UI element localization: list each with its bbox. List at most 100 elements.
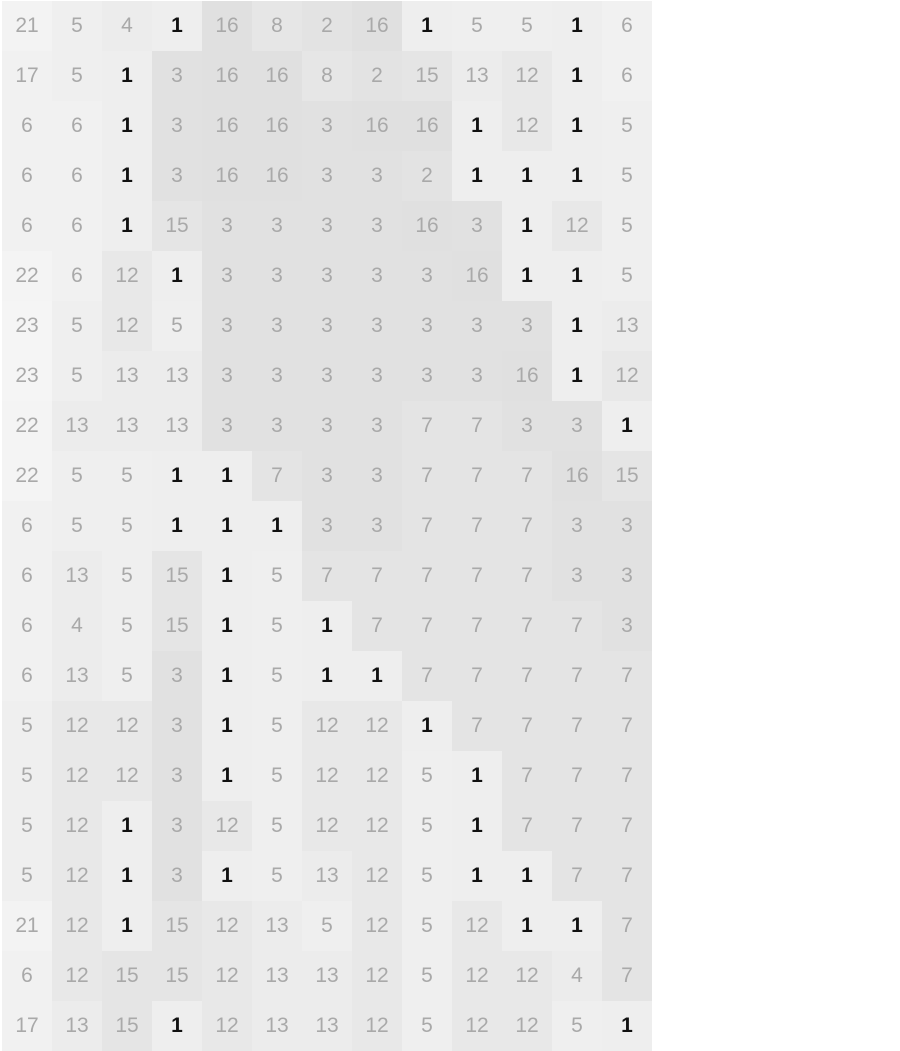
grid-cell: 12 bbox=[102, 701, 152, 751]
grid-cell: 5 bbox=[252, 801, 302, 851]
grid-cell: 13 bbox=[302, 851, 352, 901]
grid-cell: 5 bbox=[52, 51, 102, 101]
grid-cell: 12 bbox=[452, 901, 502, 951]
grid-cell: 3 bbox=[352, 351, 402, 401]
grid-cell: 5 bbox=[2, 801, 52, 851]
grid-cell: 3 bbox=[602, 601, 652, 651]
grid-cell: 1 bbox=[452, 101, 502, 151]
grid-cell: 7 bbox=[402, 451, 452, 501]
grid-cell: 3 bbox=[152, 651, 202, 701]
grid-cell: 3 bbox=[202, 251, 252, 301]
grid-cell: 12 bbox=[352, 1001, 402, 1051]
grid-cell: 4 bbox=[102, 1, 152, 51]
grid-cell: 12 bbox=[302, 701, 352, 751]
grid-cell: 3 bbox=[502, 301, 552, 351]
grid-cell: 3 bbox=[252, 351, 302, 401]
grid-cell: 12 bbox=[502, 1001, 552, 1051]
grid-cell: 12 bbox=[452, 1001, 502, 1051]
grid-cell: 7 bbox=[452, 601, 502, 651]
grid-cell: 12 bbox=[452, 951, 502, 1001]
grid-cell: 6 bbox=[602, 1, 652, 51]
grid-cell: 16 bbox=[252, 101, 302, 151]
grid-cell: 3 bbox=[152, 801, 202, 851]
grid-cell: 5 bbox=[552, 1001, 602, 1051]
grid-cell: 7 bbox=[402, 651, 452, 701]
grid-cell: 3 bbox=[202, 401, 252, 451]
grid-cell: 5 bbox=[152, 301, 202, 351]
grid-cell: 7 bbox=[452, 701, 502, 751]
grid-cell: 12 bbox=[352, 701, 402, 751]
grid-cell: 7 bbox=[252, 451, 302, 501]
grid-cell: 5 bbox=[452, 1, 502, 51]
grid-cell: 3 bbox=[352, 151, 402, 201]
grid-cell: 3 bbox=[402, 301, 452, 351]
grid-cell: 5 bbox=[102, 451, 152, 501]
grid-cell: 1 bbox=[102, 51, 152, 101]
grid-cell: 3 bbox=[302, 151, 352, 201]
grid-cell: 15 bbox=[602, 451, 652, 501]
grid-cell: 6 bbox=[2, 651, 52, 701]
grid-cell: 13 bbox=[302, 1001, 352, 1051]
grid-cell: 7 bbox=[602, 751, 652, 801]
grid-cell: 7 bbox=[502, 601, 552, 651]
grid-cell: 12 bbox=[552, 201, 602, 251]
grid-cell: 3 bbox=[202, 201, 252, 251]
grid-cell: 7 bbox=[552, 851, 602, 901]
grid-cell: 5 bbox=[2, 701, 52, 751]
grid-cell: 3 bbox=[302, 451, 352, 501]
grid-cell: 5 bbox=[2, 751, 52, 801]
grid-cell: 1 bbox=[552, 101, 602, 151]
grid-cell: 21 bbox=[2, 1, 52, 51]
grid-cell: 1 bbox=[452, 751, 502, 801]
grid-cell: 12 bbox=[202, 951, 252, 1001]
grid-cell: 2 bbox=[302, 1, 352, 51]
grid-cell: 6 bbox=[2, 101, 52, 151]
grid-cell: 17 bbox=[2, 51, 52, 101]
grid-cell: 7 bbox=[402, 401, 452, 451]
grid-cell: 1 bbox=[502, 901, 552, 951]
grid-cell: 12 bbox=[352, 951, 402, 1001]
grid-cell: 3 bbox=[352, 201, 402, 251]
grid-cell: 1 bbox=[202, 601, 252, 651]
grid-cell: 3 bbox=[402, 351, 452, 401]
grid-cell: 6 bbox=[52, 251, 102, 301]
grid-cell: 5 bbox=[402, 901, 452, 951]
grid-cell: 7 bbox=[452, 551, 502, 601]
grid-cell: 6 bbox=[52, 201, 102, 251]
grid-cell: 3 bbox=[202, 301, 252, 351]
grid-cell: 3 bbox=[252, 251, 302, 301]
grid-cell: 7 bbox=[352, 551, 402, 601]
grid-cell: 5 bbox=[252, 851, 302, 901]
grid-cell: 22 bbox=[2, 401, 52, 451]
grid-cell: 5 bbox=[602, 101, 652, 151]
grid-cell: 15 bbox=[152, 901, 202, 951]
grid-cell: 7 bbox=[452, 651, 502, 701]
grid-cell: 7 bbox=[302, 551, 352, 601]
grid-cell: 7 bbox=[452, 401, 502, 451]
grid-cell: 6 bbox=[602, 51, 652, 101]
grid-cell: 12 bbox=[352, 851, 402, 901]
grid-cell: 1 bbox=[552, 51, 602, 101]
grid-cell: 16 bbox=[402, 201, 452, 251]
grid-cell: 16 bbox=[202, 101, 252, 151]
grid-cell: 1 bbox=[152, 1, 202, 51]
grid-cell: 7 bbox=[602, 901, 652, 951]
grid-cell: 7 bbox=[402, 501, 452, 551]
grid-cell: 5 bbox=[602, 201, 652, 251]
grid-cell: 1 bbox=[502, 201, 552, 251]
grid-cell: 3 bbox=[352, 501, 402, 551]
grid-cell: 7 bbox=[452, 501, 502, 551]
grid-cell: 7 bbox=[402, 601, 452, 651]
grid-cell: 3 bbox=[302, 201, 352, 251]
grid-cell: 12 bbox=[202, 801, 252, 851]
grid-cell: 1 bbox=[152, 451, 202, 501]
grid-cell: 12 bbox=[52, 951, 102, 1001]
grid-cell: 1 bbox=[602, 401, 652, 451]
grid-cell: 7 bbox=[502, 501, 552, 551]
grid-cell: 1 bbox=[402, 1, 452, 51]
grid-cell: 3 bbox=[352, 251, 402, 301]
grid-cell: 16 bbox=[202, 51, 252, 101]
grid-cell: 5 bbox=[52, 351, 102, 401]
grid-cell: 5 bbox=[52, 1, 102, 51]
grid-cell: 7 bbox=[602, 801, 652, 851]
